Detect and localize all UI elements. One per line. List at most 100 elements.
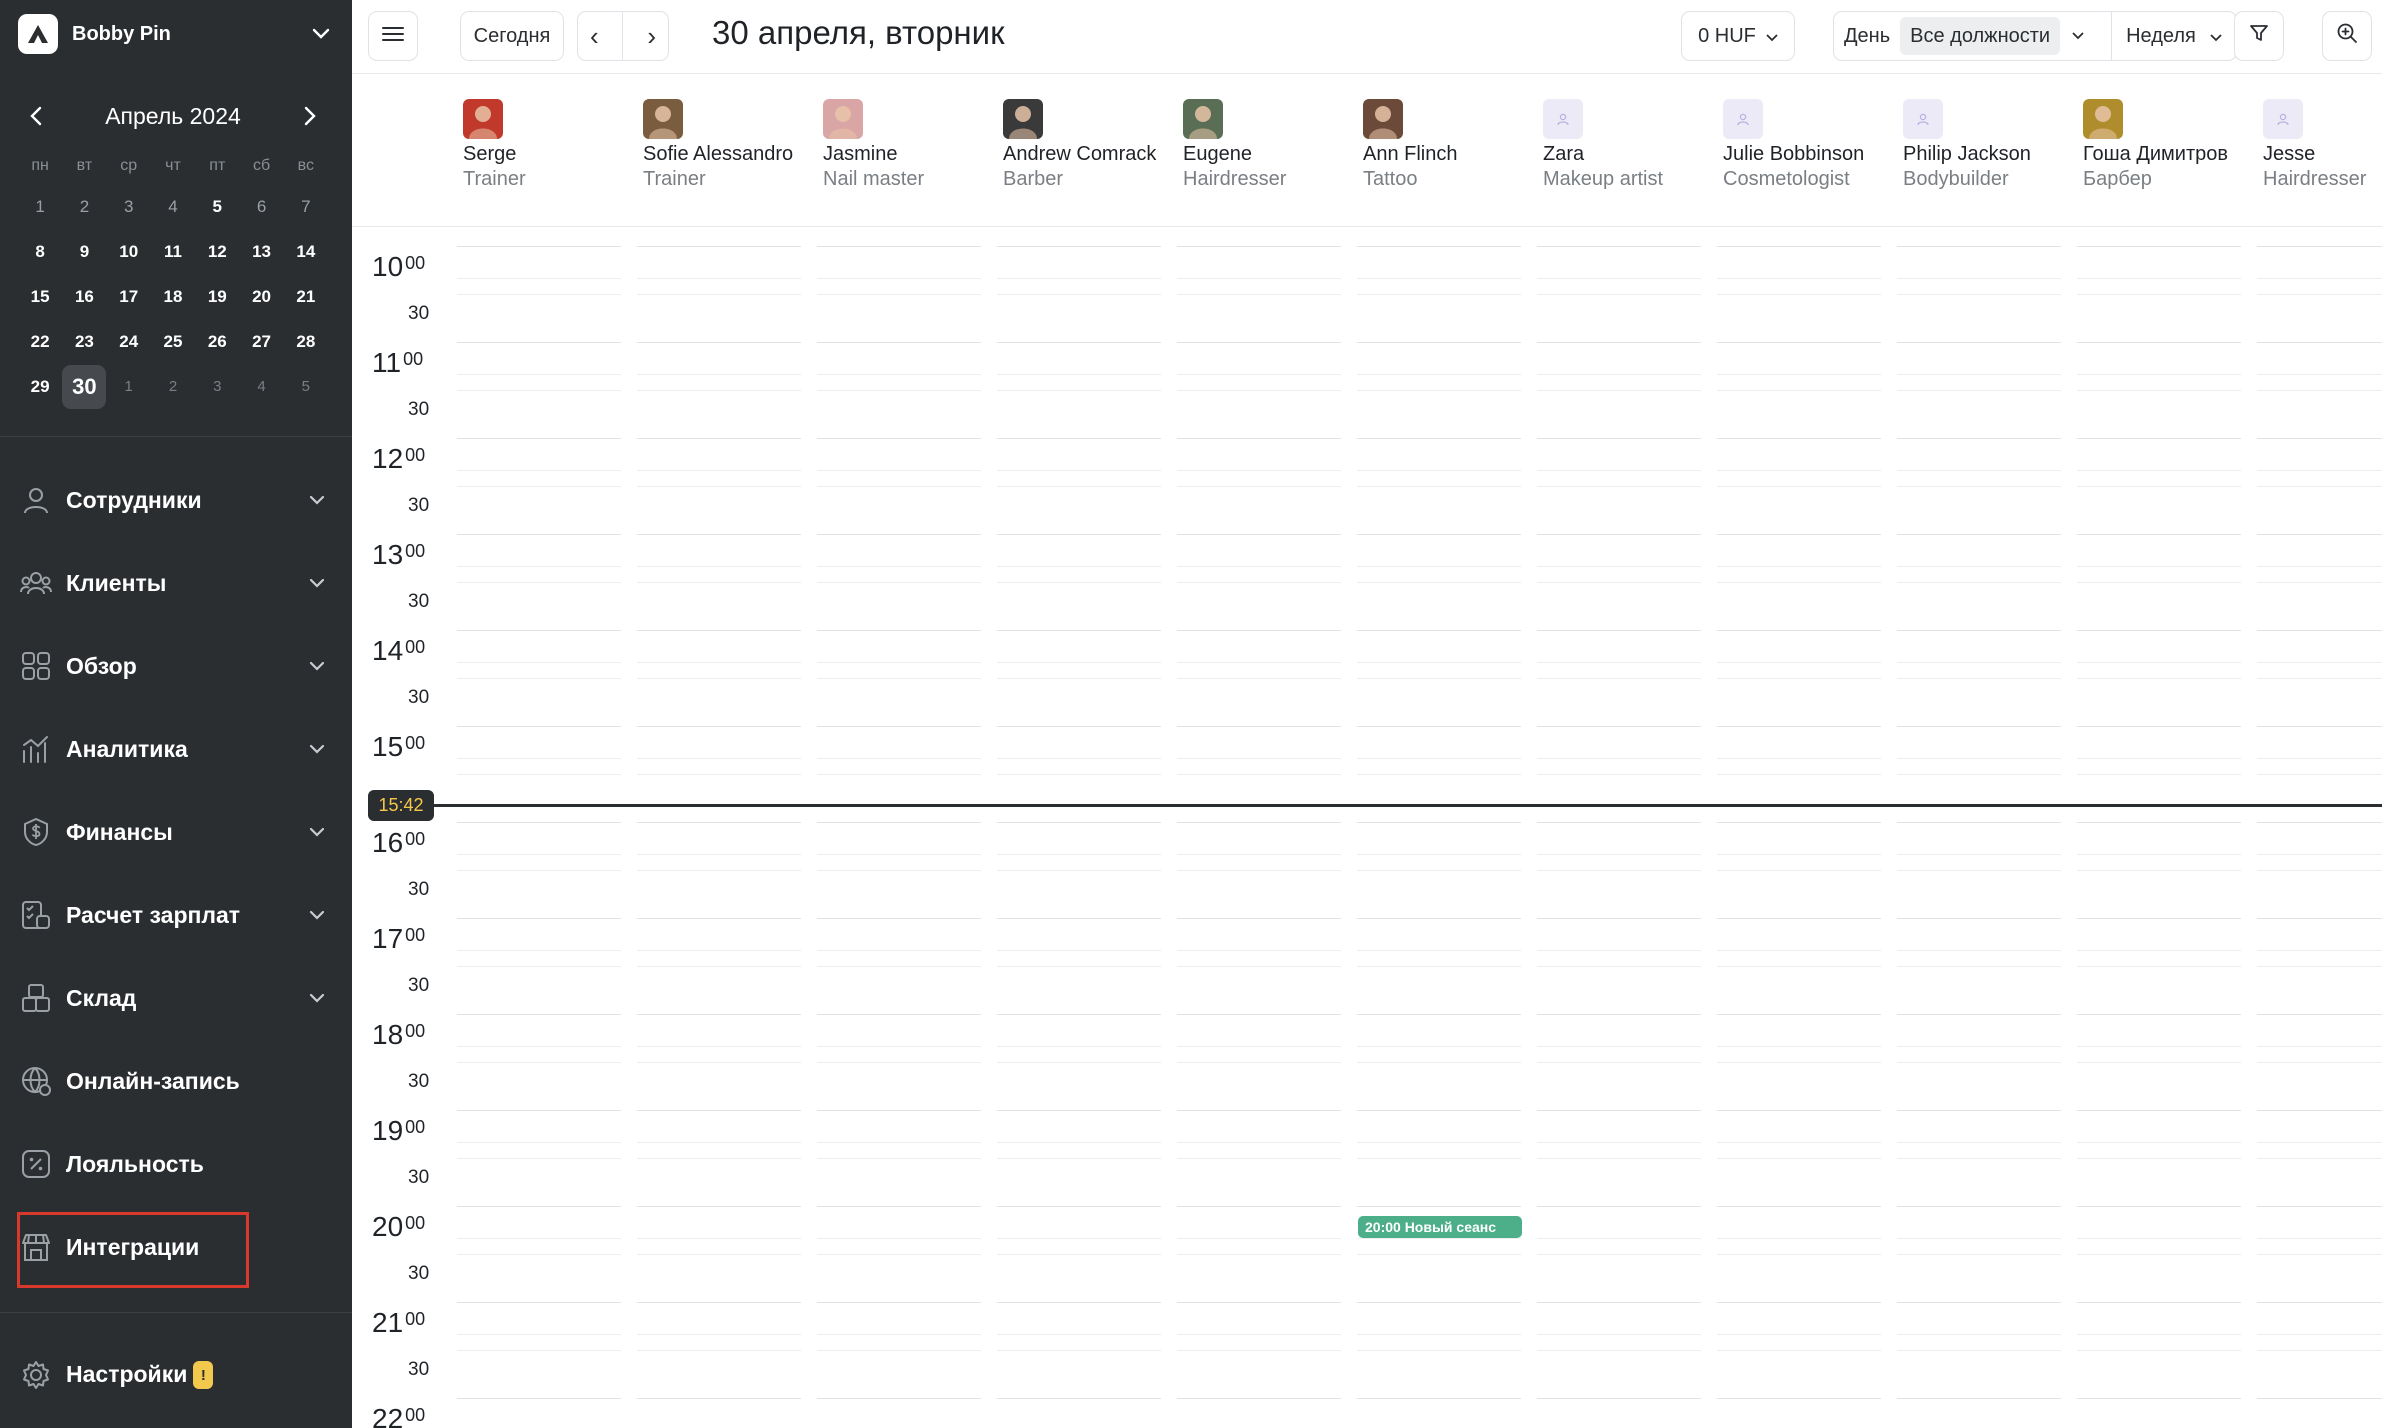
calendar-day[interactable]: 9 — [62, 229, 106, 274]
calendar-day[interactable]: 22 — [18, 319, 62, 364]
calendar-day[interactable]: 3 — [195, 364, 239, 409]
staff-role: Hairdresser — [1183, 168, 1287, 190]
appointment[interactable]: 20:00 Новый сеанс — [1358, 1216, 1522, 1238]
slot-line — [2077, 278, 2241, 279]
slot-line — [1717, 966, 1881, 967]
calendar-day[interactable]: 2 — [62, 184, 106, 229]
calendar-day[interactable]: 25 — [151, 319, 195, 364]
calendar-day[interactable]: 18 — [151, 274, 195, 319]
sidebar-item-analytics[interactable]: Аналитика — [18, 720, 336, 778]
sidebar-item-payroll[interactable]: Расчет зарплат — [18, 886, 336, 944]
staff-column[interactable] — [1537, 228, 1701, 1428]
sidebar-item-boxes[interactable]: Склад — [18, 969, 336, 1027]
calendar-day[interactable]: 1 — [18, 184, 62, 229]
hour-label: 11 00 — [372, 347, 423, 379]
staff-column[interactable] — [1717, 228, 1881, 1428]
calendar-day[interactable]: 5 — [195, 184, 239, 229]
slot-line — [817, 950, 981, 951]
zoom-button[interactable] — [2322, 11, 2372, 61]
slot-line — [637, 1398, 801, 1399]
calendar-day[interactable]: 5 — [284, 364, 328, 409]
calendar-day[interactable]: 7 — [284, 184, 328, 229]
calendar-day[interactable]: 8 — [18, 229, 62, 274]
calendar-day[interactable]: 28 — [284, 319, 328, 364]
prev-day-button[interactable]: ‹ — [590, 21, 599, 52]
staff-column-header[interactable]: Jasmine Nail master — [823, 99, 1003, 191]
calendar-day[interactable]: 2 — [151, 364, 195, 409]
currency-dropdown[interactable]: 0 HUF — [1681, 11, 1795, 61]
sidebar-item-clients[interactable]: Клиенты — [18, 554, 336, 612]
staff-column[interactable] — [457, 228, 621, 1428]
view-day-button[interactable]: День — [1834, 25, 1900, 48]
workspace-switcher[interactable]: Bobby Pin — [18, 14, 336, 54]
calendar-day[interactable]: 16 — [62, 274, 106, 319]
staff-column-header[interactable]: Zara Makeup artist — [1543, 99, 1723, 191]
slot-line — [1897, 1142, 2061, 1143]
calendar-day[interactable]: 20 — [239, 274, 283, 319]
slot-line — [2257, 950, 2382, 951]
view-week-dropdown[interactable]: Неделя — [2111, 11, 2237, 61]
calendar-day[interactable]: 1 — [107, 364, 151, 409]
today-button[interactable]: Сегодня — [460, 11, 564, 61]
slot-line — [1537, 1238, 1701, 1239]
staff-column[interactable] — [1897, 228, 2061, 1428]
staff-column-header[interactable]: Eugene Hairdresser — [1183, 99, 1363, 191]
calendar-day[interactable]: 23 — [62, 319, 106, 364]
sidebar-item-dollar[interactable]: Финансы — [18, 803, 336, 861]
staff-column-header[interactable]: Jesse Hairdresser — [2263, 99, 2382, 191]
staff-column[interactable] — [997, 228, 1161, 1428]
slot-line — [997, 1254, 1161, 1255]
calendar-day[interactable]: 26 — [195, 319, 239, 364]
calendar-day[interactable]: 19 — [195, 274, 239, 319]
calendar-day-label: 5 — [301, 378, 311, 395]
staff-column[interactable] — [2257, 228, 2382, 1428]
staff-column[interactable] — [637, 228, 801, 1428]
slot-line — [457, 566, 621, 567]
staff-column-header[interactable]: Sofie Alessandro Trainer — [643, 99, 823, 191]
calendar-day[interactable]: 10 — [107, 229, 151, 274]
positions-filter[interactable]: Все должности — [1900, 17, 2061, 55]
staff-column-header[interactable]: Serge Trainer — [463, 99, 643, 191]
staff-column-header[interactable]: Philip Jackson Bodybuilder — [1903, 99, 2083, 191]
staff-column[interactable] — [2077, 228, 2241, 1428]
slot-line — [457, 1350, 621, 1351]
staff-column-header[interactable]: Andrew Comrack Barber — [1003, 99, 1183, 191]
calendar-day[interactable]: 3 — [107, 184, 151, 229]
calendar-day[interactable]: 27 — [239, 319, 283, 364]
staff-column[interactable] — [1357, 228, 1521, 1428]
calendar-day[interactable]: 24 — [107, 319, 151, 364]
calendar-day[interactable]: 14 — [284, 229, 328, 274]
sidebar: Bobby Pin Апрель 2024 пн вт ср чт пт сб вс 1 2 3 4… — [0, 0, 352, 1428]
calendar-day[interactable]: 15 — [18, 274, 62, 319]
calendar-day[interactable]: 4 — [239, 364, 283, 409]
next-day-button[interactable]: › — [647, 21, 656, 52]
calendar-day[interactable]: 11 — [151, 229, 195, 274]
chevron-down-icon — [302, 568, 332, 598]
calendar-day[interactable]: 6 — [239, 184, 283, 229]
prev-month-button[interactable] — [18, 98, 54, 134]
calendar-day-today[interactable]: 30 — [62, 364, 107, 409]
sidebar-item-user[interactable]: Сотрудники — [18, 471, 336, 529]
avatar — [463, 99, 503, 139]
staff-column[interactable] — [1177, 228, 1341, 1428]
calendar-day[interactable]: 21 — [284, 274, 328, 319]
calendar-day[interactable]: 12 — [195, 229, 239, 274]
sidebar-item-grid[interactable]: Обзор — [18, 637, 336, 695]
sidebar-item-percent[interactable]: Лояльность — [18, 1135, 336, 1193]
next-month-button[interactable] — [292, 98, 328, 134]
staff-column-header[interactable]: Ann Flinch Tattoo — [1363, 99, 1543, 191]
filter-button[interactable] — [2234, 11, 2284, 61]
calendar-day[interactable]: 4 — [151, 184, 195, 229]
staff-column-header[interactable]: Гоша Димитров Барбер — [2083, 99, 2263, 191]
staff-column[interactable] — [817, 228, 981, 1428]
slot-line — [637, 534, 801, 535]
staff-column-header[interactable]: Julie Bobbinson Cosmetologist — [1723, 99, 1903, 191]
calendar-day[interactable]: 17 — [107, 274, 151, 319]
chevron-down-icon[interactable] — [2060, 27, 2096, 45]
sidebar-item-globe[interactable]: Онлайн-запись — [18, 1052, 336, 1110]
menu-toggle-button[interactable] — [368, 11, 418, 61]
sidebar-item-settings[interactable]: Настройки! — [18, 1346, 336, 1404]
calendar-day[interactable]: 13 — [239, 229, 283, 274]
payroll-icon — [18, 897, 54, 933]
calendar-day[interactable]: 29 — [18, 364, 62, 409]
